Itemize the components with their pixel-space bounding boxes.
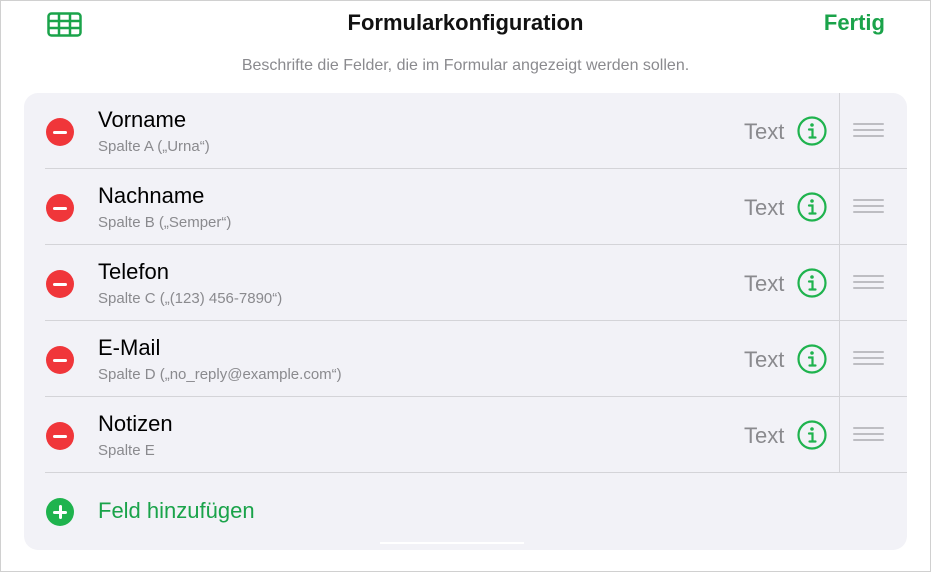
field-type[interactable]: Text [744, 347, 784, 373]
plus-icon [46, 498, 74, 526]
row-divider [839, 245, 840, 321]
info-icon[interactable] [796, 115, 828, 147]
field-label[interactable]: Notizen [98, 411, 173, 437]
remove-field-button[interactable] [46, 118, 74, 146]
field-column-hint: Spalte C („(123) 456-7890“) [98, 290, 283, 307]
field-type[interactable]: Text [744, 195, 784, 221]
field-type[interactable]: Text [744, 119, 784, 145]
field-row-email: E-Mail Spalte D („no_reply@example.com“)… [24, 321, 907, 397]
info-icon[interactable] [796, 343, 828, 375]
info-icon[interactable] [796, 419, 828, 451]
reorder-handle-icon[interactable] [853, 427, 884, 441]
field-row-vorname: Vorname Spalte A („Urna“) Text [24, 93, 907, 169]
field-row-nachname: Nachname Spalte B („Semper“) Text [24, 169, 907, 245]
info-icon[interactable] [796, 267, 828, 299]
remove-field-button[interactable] [46, 194, 74, 222]
field-label[interactable]: Nachname [98, 183, 204, 209]
remove-field-button[interactable] [46, 346, 74, 374]
add-field-button[interactable]: Feld hinzufügen [24, 489, 907, 535]
field-label[interactable]: Telefon [98, 259, 169, 285]
row-divider [839, 93, 840, 169]
reorder-handle-icon[interactable] [853, 199, 884, 213]
navigation-bar: Formularkonfiguration Fertig [0, 0, 931, 50]
reorder-handle-icon[interactable] [853, 275, 884, 289]
field-list: Vorname Spalte A („Urna“) Text Nachname … [24, 93, 907, 550]
row-divider [839, 397, 840, 473]
add-field-label: Feld hinzufügen [98, 498, 255, 523]
field-label[interactable]: E-Mail [98, 335, 160, 361]
row-divider [839, 169, 840, 245]
remove-field-button[interactable] [46, 422, 74, 450]
field-type[interactable]: Text [744, 423, 784, 449]
field-label[interactable]: Vorname [98, 107, 186, 133]
field-column-hint: Spalte D („no_reply@example.com“) [98, 366, 342, 383]
page-title: Formularkonfiguration [347, 10, 584, 35]
info-icon[interactable] [796, 191, 828, 223]
row-separator [45, 472, 907, 473]
field-column-hint: Spalte E [98, 442, 155, 459]
field-column-hint: Spalte A („Urna“) [98, 138, 210, 155]
field-row-telefon: Telefon Spalte C („(123) 456-7890“) Text [24, 245, 907, 321]
field-row-notizen: Notizen Spalte E Text [24, 397, 907, 473]
remove-field-button[interactable] [46, 270, 74, 298]
reorder-handle-icon[interactable] [853, 123, 884, 137]
reorder-handle-icon[interactable] [853, 351, 884, 365]
field-type[interactable]: Text [744, 271, 784, 297]
scroll-indicator [380, 542, 524, 544]
instructions-text: Beschrifte die Felder, die im Formular a… [241, 57, 690, 74]
done-button[interactable]: Fertig [824, 10, 885, 36]
field-column-hint: Spalte B („Semper“) [98, 214, 232, 231]
row-divider [839, 321, 840, 397]
